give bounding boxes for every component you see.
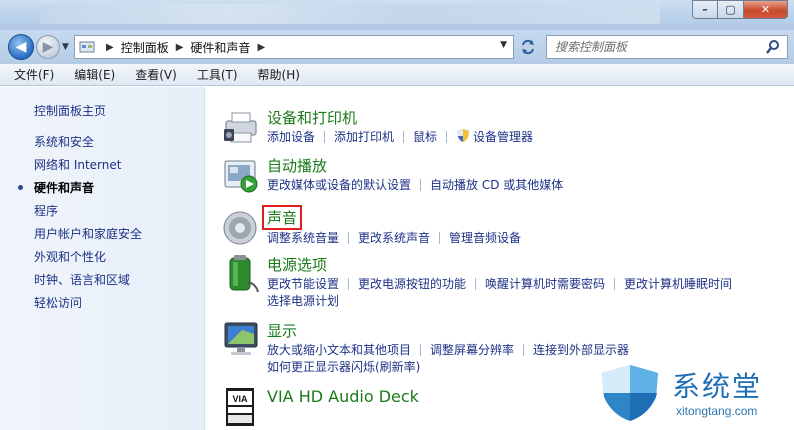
address-dropdown-icon[interactable]: ▼ bbox=[500, 40, 507, 50]
control-panel-icon bbox=[79, 41, 95, 53]
sidebar-item-appearance[interactable]: 外观和个性化 bbox=[34, 250, 142, 273]
menu-view[interactable]: 查看(V) bbox=[125, 66, 187, 83]
speaker-icon bbox=[223, 211, 257, 245]
link-power-button[interactable]: 更改电源按钮的功能 bbox=[358, 275, 466, 292]
sidebar-item-system-security[interactable]: 系统和安全 bbox=[34, 135, 142, 158]
navigation-bar: ◀ ▶ ▼ ▶ 控制面板 ▶ 硬件和声音 ▶ ▼ bbox=[0, 30, 794, 64]
title-bar-background bbox=[40, 4, 660, 24]
site-watermark: 系统堂 xitongtang.com bbox=[590, 357, 794, 430]
category-title-devices-printers[interactable]: 设备和打印机 bbox=[267, 107, 357, 128]
link-mouse[interactable]: 鼠标 bbox=[413, 128, 437, 145]
watermark-url: xitongtang.com bbox=[676, 404, 758, 418]
link-divider bbox=[348, 232, 350, 244]
uac-shield-icon bbox=[457, 129, 470, 142]
recent-pages-dropdown[interactable]: ▼ bbox=[62, 42, 69, 52]
category-links-power-options: 更改节能设置 更改电源按钮的功能 唤醒计算机时需要密码 更改计算机睡眠时间 bbox=[267, 275, 732, 292]
menu-tools[interactable]: 工具(T) bbox=[187, 66, 248, 83]
link-divider bbox=[420, 344, 422, 356]
link-wakeup-password[interactable]: 唤醒计算机时需要密码 bbox=[485, 275, 605, 292]
svg-text:VIA: VIA bbox=[232, 394, 248, 404]
link-divider bbox=[324, 131, 326, 143]
via-audio-icon: VIA bbox=[226, 388, 254, 426]
search-box[interactable] bbox=[546, 35, 788, 59]
breadcrumb-separator[interactable]: ▶ bbox=[176, 42, 184, 53]
watermark-text: 系统堂 bbox=[672, 370, 763, 403]
sidebar-item-hardware-sound[interactable]: 硬件和声音 bbox=[17, 181, 142, 204]
link-divider bbox=[420, 179, 422, 191]
link-choose-power-plan[interactable]: 选择电源计划 bbox=[267, 292, 339, 309]
category-title-display[interactable]: 显示 bbox=[267, 320, 297, 341]
menu-edit[interactable]: 编辑(E) bbox=[64, 66, 125, 83]
link-autoplay-cd[interactable]: 自动播放 CD 或其他媒体 bbox=[430, 176, 563, 193]
category-title-sound[interactable]: 声音 bbox=[262, 205, 303, 230]
window-controls: – ▢ ✕ bbox=[692, 0, 788, 19]
category-links-sound: 调整系统音量 更改系统声音 管理音频设备 bbox=[267, 229, 521, 246]
link-divider bbox=[523, 344, 525, 356]
breadcrumb-separator[interactable]: ▶ bbox=[106, 42, 114, 53]
menu-help[interactable]: 帮助(H) bbox=[248, 66, 310, 83]
menu-file[interactable]: 文件(F) bbox=[4, 66, 64, 83]
sidebar-item-clock-language-region[interactable]: 时钟、语言和区域 bbox=[34, 273, 142, 296]
refresh-icon bbox=[522, 39, 534, 55]
shield-logo-icon bbox=[602, 365, 658, 421]
link-adjust-volume[interactable]: 调整系统音量 bbox=[267, 229, 339, 246]
category-links-autoplay: 更改媒体或设备的默认设置 自动播放 CD 或其他媒体 bbox=[267, 176, 563, 193]
title-bar: – ▢ ✕ bbox=[0, 0, 794, 30]
refresh-button[interactable] bbox=[516, 35, 540, 59]
battery-icon bbox=[229, 255, 259, 293]
category-title-via-audio[interactable]: VIA HD Audio Deck bbox=[267, 387, 419, 406]
category-title-autoplay[interactable]: 自动播放 bbox=[267, 155, 327, 176]
control-panel-home-link[interactable]: 控制面板主页 bbox=[34, 102, 106, 119]
category-links-devices-printers: 添加设备 添加打印机 鼠标 设备管理器 bbox=[267, 128, 533, 145]
printer-icon bbox=[224, 112, 257, 143]
forward-button[interactable]: ▶ bbox=[36, 35, 60, 59]
autoplay-icon bbox=[224, 160, 258, 193]
link-external-display[interactable]: 连接到外部显示器 bbox=[533, 341, 629, 358]
link-add-printer[interactable]: 添加打印机 bbox=[334, 128, 394, 145]
address-bar[interactable]: ▶ 控制面板 ▶ 硬件和声音 ▶ ▼ bbox=[74, 35, 514, 59]
monitor-icon bbox=[224, 322, 258, 355]
left-navigation-pane: 控制面板主页 系统和安全 网络和 Internet 硬件和声音 程序 用户帐户和… bbox=[0, 87, 205, 430]
sidebar-list: 系统和安全 网络和 Internet 硬件和声音 程序 用户帐户和家庭安全 外观… bbox=[17, 135, 142, 319]
minimize-button[interactable]: – bbox=[692, 0, 718, 19]
link-sleep-time[interactable]: 更改计算机睡眠时间 bbox=[624, 275, 732, 292]
sidebar-item-user-accounts[interactable]: 用户帐户和家庭安全 bbox=[34, 227, 142, 250]
link-text-size[interactable]: 放大或缩小文本和其他项目 bbox=[267, 341, 411, 358]
link-change-sounds[interactable]: 更改系统声音 bbox=[358, 229, 430, 246]
category-title-power-options[interactable]: 电源选项 bbox=[267, 254, 327, 275]
link-change-media-defaults[interactable]: 更改媒体或设备的默认设置 bbox=[267, 176, 411, 193]
link-divider bbox=[475, 278, 477, 290]
category-links-display: 放大或缩小文本和其他项目 调整屏幕分辨率 连接到外部显示器 bbox=[267, 341, 629, 358]
link-divider bbox=[403, 131, 405, 143]
link-divider bbox=[439, 232, 441, 244]
maximize-button[interactable]: ▢ bbox=[718, 0, 744, 19]
sidebar-item-programs[interactable]: 程序 bbox=[34, 204, 142, 227]
link-manage-audio-devices[interactable]: 管理音频设备 bbox=[449, 229, 521, 246]
sidebar-item-network-internet[interactable]: 网络和 Internet bbox=[34, 158, 142, 181]
link-add-device[interactable]: 添加设备 bbox=[267, 128, 315, 145]
link-divider bbox=[614, 278, 616, 290]
breadcrumb-control-panel[interactable]: 控制面板 bbox=[121, 39, 169, 56]
menu-bar: 文件(F) 编辑(E) 查看(V) 工具(T) 帮助(H) bbox=[0, 64, 794, 86]
link-divider bbox=[348, 278, 350, 290]
sidebar-item-ease-of-access[interactable]: 轻松访问 bbox=[34, 296, 142, 319]
link-power-saving[interactable]: 更改节能设置 bbox=[267, 275, 339, 292]
link-device-manager[interactable]: 设备管理器 bbox=[473, 128, 533, 145]
breadcrumb-hardware-sound[interactable]: 硬件和声音 bbox=[190, 39, 250, 56]
breadcrumb-separator[interactable]: ▶ bbox=[257, 42, 265, 53]
close-button[interactable]: ✕ bbox=[744, 0, 788, 19]
link-screen-resolution[interactable]: 调整屏幕分辨率 bbox=[430, 341, 514, 358]
search-input[interactable] bbox=[555, 40, 755, 54]
back-button[interactable]: ◀ bbox=[8, 34, 34, 60]
link-divider bbox=[446, 131, 448, 143]
search-icon[interactable] bbox=[765, 39, 781, 55]
link-refresh-rate[interactable]: 如何更正显示器闪烁(刷新率) bbox=[267, 358, 420, 375]
